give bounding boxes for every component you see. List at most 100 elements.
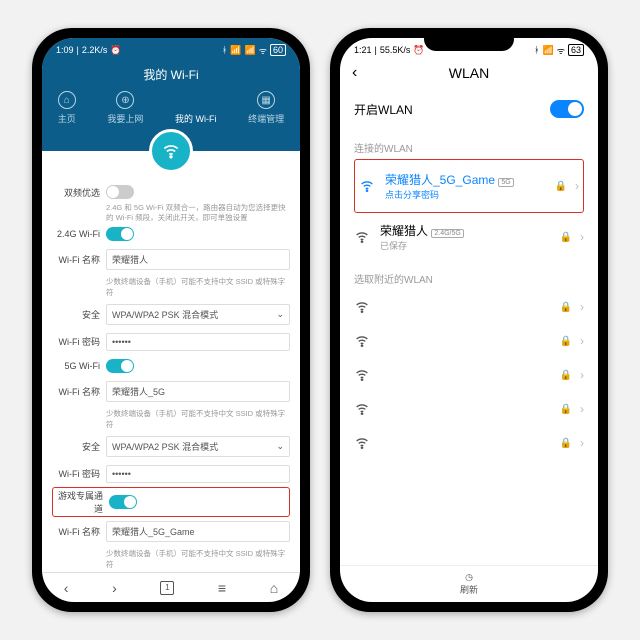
refresh-button[interactable]: ◷ 刷新 (340, 565, 598, 602)
network-item-saved[interactable]: 荣耀猎人 2.4G/5G 已保存 🔒› (354, 213, 584, 261)
devices-icon: ▦ (257, 91, 275, 109)
highlight-connected-network: 荣耀猎人_5G_Game 5G 点击分享密码 🔒 › (354, 159, 584, 213)
lock-icon: 🔒 (560, 232, 572, 243)
tab-internet[interactable]: ⊕我要上网 (107, 91, 143, 125)
tab-my-wifi[interactable]: ᯤ我的 Wi-Fi (175, 91, 217, 125)
network-item[interactable]: 🔒› (354, 290, 584, 324)
app-header: 我的 Wi-Fi ⌂主页 ⊕我要上网 ᯤ我的 Wi-Fi ▦终端管理 (42, 58, 300, 151)
section-nearby: 选取附近的WLAN (354, 261, 584, 290)
alarm-icon: ⏰ (110, 45, 121, 56)
toggle-5g[interactable] (106, 359, 134, 373)
alarm-icon: ⏰ (413, 45, 424, 56)
wifi-icon (354, 299, 370, 315)
bluetooth-icon: ᚼ (222, 45, 227, 55)
wifi-badge-icon (149, 129, 193, 173)
network-item[interactable]: 🔒› (354, 392, 584, 426)
phone-right-mockup: 1:21 | 55.5K/s ⏰ ᚼ 📶 ᯤ 63 ‹ WLAN 开启WLAN … (330, 28, 608, 612)
signal-icon: 📶 (230, 45, 241, 56)
network-name: 荣耀猎人_5G_Game (385, 173, 495, 187)
signal-icon: 📶 (245, 45, 256, 56)
system-nav-bar: ‹ › 1 ≡ ⌂ (42, 572, 300, 602)
highlight-game-channel: 游戏专属通道 (52, 487, 290, 517)
wlan-settings: 开启WLAN 连接的WLAN 荣耀猎人_5G_Game 5G 点击分享密码 🔒› (340, 88, 598, 565)
label-5g: 5G Wi-Fi (52, 361, 100, 371)
label-password: Wi-Fi 密码 (52, 335, 100, 348)
nav-home-icon[interactable]: ⌂ (270, 580, 278, 596)
label-dualband: 双频优选 (52, 186, 100, 199)
toggle-game-channel[interactable] (109, 495, 137, 509)
network-subtitle: 点击分享密码 (385, 188, 545, 201)
label-wlan-on: 开启WLAN (354, 101, 413, 118)
bluetooth-icon: ᚼ (534, 45, 539, 55)
lock-icon: 🔒 (555, 181, 567, 192)
globe-icon: ⊕ (116, 91, 134, 109)
toggle-wlan[interactable] (550, 100, 584, 118)
battery-icon: 60 (270, 44, 286, 56)
wifi-icon: ᯤ (259, 44, 267, 57)
chevron-right-icon: › (580, 230, 584, 244)
input-wifi-name-5g[interactable]: 荣耀猎人_5G (106, 381, 290, 402)
status-bar: 1:21 | 55.5K/s ⏰ ᚼ 📶 ᯤ 63 (340, 38, 598, 58)
page-header: ‹ WLAN (340, 58, 598, 88)
status-bar: 1:09 | 2.2K/s ⏰ ᚼ 📶 📶 ᯤ 60 (42, 38, 300, 58)
nav-back-icon[interactable]: ‹ (64, 580, 69, 596)
header-tabs: ⌂主页 ⊕我要上网 ᯤ我的 Wi-Fi ▦终端管理 (42, 91, 300, 125)
screen-right: 1:21 | 55.5K/s ⏰ ᚼ 📶 ᯤ 63 ‹ WLAN 开启WLAN … (340, 38, 598, 602)
chevron-down-icon: ⌄ (276, 309, 284, 320)
band-badge: 2.4G/5G (431, 229, 463, 238)
band-badge: 5G (498, 178, 513, 187)
tab-home[interactable]: ⌂主页 (58, 91, 76, 125)
label-security: 安全 (52, 440, 100, 453)
status-speed: 55.5K/s (380, 45, 411, 55)
network-item-game[interactable]: 荣耀猎人_5G_Game 5G 点击分享密码 🔒 › (359, 162, 579, 210)
label-security: 安全 (52, 308, 100, 321)
settings-form: 双频优选 2.4G 和 5G Wi-Fi 双频合一，路由器自动为您选择更快的 W… (42, 151, 300, 572)
chevron-right-icon: › (580, 436, 584, 450)
input-password-5g[interactable]: •••••• (106, 465, 290, 483)
wifi-icon (354, 435, 370, 451)
network-item[interactable]: 🔒› (354, 324, 584, 358)
label-password: Wi-Fi 密码 (52, 467, 100, 480)
tab-terminal[interactable]: ▦终端管理 (248, 91, 284, 125)
lock-icon: 🔒 (560, 302, 572, 313)
chevron-right-icon: › (580, 402, 584, 416)
nav-forward-icon[interactable]: › (112, 580, 117, 596)
toggle-dualband[interactable] (106, 185, 134, 199)
wifi-icon: ᯤ (557, 44, 565, 57)
page-title: WLAN (340, 65, 598, 81)
select-security-5g[interactable]: WPA/WPA2 PSK 混合模式⌄ (106, 436, 290, 457)
nav-tabs-button[interactable]: 1 (160, 581, 174, 595)
refresh-label: 刷新 (346, 583, 592, 596)
network-item[interactable]: 🔒› (354, 426, 584, 460)
wifi-icon (354, 367, 370, 383)
input-password-24g[interactable]: •••••• (106, 333, 290, 351)
hint-ssid: 少数终端设备（手机）可能不支持中文 SSID 或特殊字符 (52, 406, 290, 432)
status-speed: 2.2K/s (82, 45, 108, 55)
hint-ssid: 少数终端设备（手机）可能不支持中文 SSID 或特殊字符 (52, 546, 290, 572)
chevron-right-icon: › (580, 334, 584, 348)
select-security-24g[interactable]: WPA/WPA2 PSK 混合模式⌄ (106, 304, 290, 325)
chevron-down-icon: ⌄ (276, 441, 284, 452)
hint-dualband: 2.4G 和 5G Wi-Fi 双频合一，路由器自动为您选择更快的 Wi-Fi … (52, 203, 290, 223)
label-wifi-name: Wi-Fi 名称 (52, 385, 100, 398)
chevron-right-icon: › (575, 179, 579, 193)
input-wifi-name-24g[interactable]: 荣耀猎人 (106, 249, 290, 270)
label-wifi-name: Wi-Fi 名称 (52, 253, 100, 266)
wifi-icon (354, 229, 370, 245)
lock-icon: 🔒 (560, 404, 572, 415)
lock-icon: 🔒 (560, 438, 572, 449)
label-game-channel: 游戏专属通道 (55, 489, 103, 515)
phone-left-mockup: 1:09 | 2.2K/s ⏰ ᚼ 📶 📶 ᯤ 60 我的 Wi-Fi ⌂主页 … (32, 28, 310, 612)
screen-left: 1:09 | 2.2K/s ⏰ ᚼ 📶 📶 ᯤ 60 我的 Wi-Fi ⌂主页 … (42, 38, 300, 602)
nav-menu-icon[interactable]: ≡ (218, 580, 226, 596)
input-wifi-name-game[interactable]: 荣耀猎人_5G_Game (106, 521, 290, 542)
battery-icon: 63 (568, 44, 584, 56)
hint-ssid: 少数终端设备（手机）可能不支持中文 SSID 或特殊字符 (52, 274, 290, 300)
chevron-right-icon: › (580, 368, 584, 382)
signal-icon: 📶 (543, 45, 554, 56)
label-24g: 2.4G Wi-Fi (52, 229, 100, 239)
chevron-right-icon: › (580, 300, 584, 314)
wifi-icon (354, 401, 370, 417)
toggle-24g[interactable] (106, 227, 134, 241)
network-item[interactable]: 🔒› (354, 358, 584, 392)
